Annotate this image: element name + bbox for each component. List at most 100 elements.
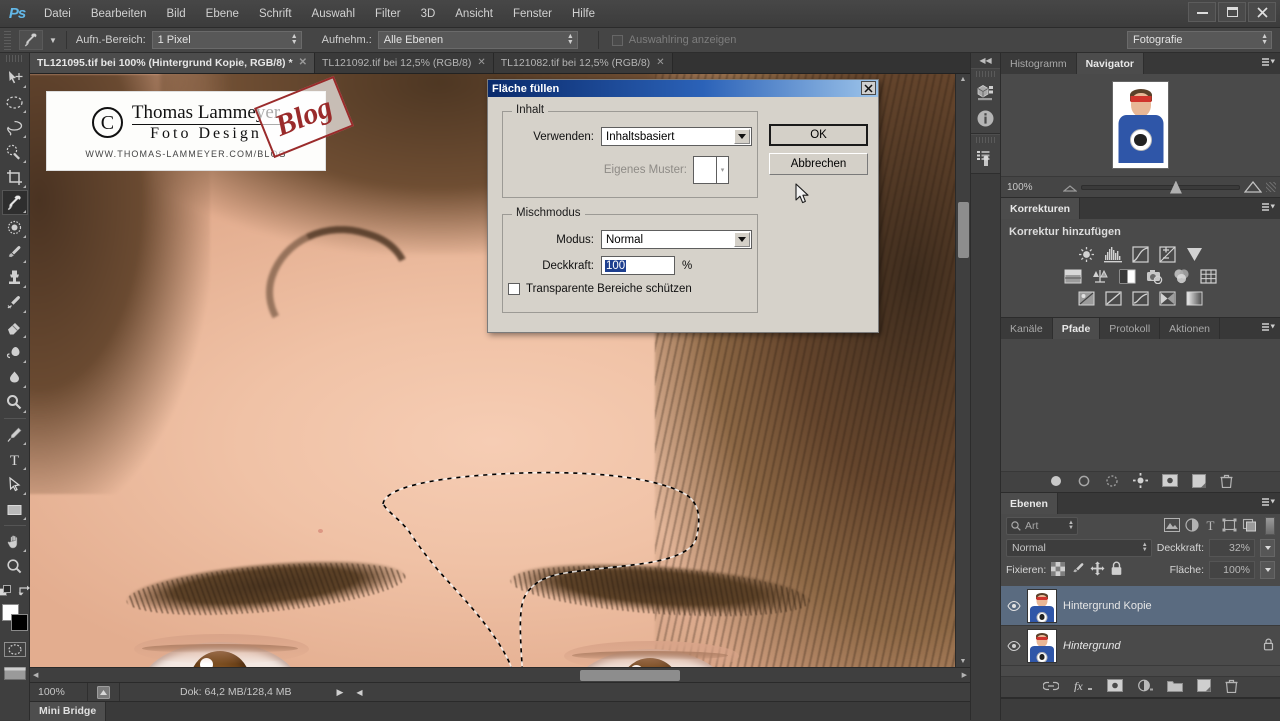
tool-preset-chevron-icon[interactable]: ▼ xyxy=(49,36,57,45)
preview-mode-icon[interactable] xyxy=(88,683,120,701)
menu-bearbeiten[interactable]: Bearbeiten xyxy=(81,4,157,24)
rail-grip[interactable] xyxy=(976,137,995,143)
options-bar-grip[interactable] xyxy=(4,31,11,50)
type-tool[interactable]: T xyxy=(2,447,28,472)
hand-tool[interactable] xyxy=(2,529,28,554)
opacity-dropdown-icon[interactable] xyxy=(1260,539,1275,557)
tab-kanaele[interactable]: Kanäle xyxy=(1001,318,1053,339)
dialog-close-button[interactable] xyxy=(861,81,876,95)
adjustment-layer-icon[interactable] xyxy=(1137,679,1153,695)
table-row[interactable]: Hintergrund Kopie xyxy=(1001,586,1280,626)
fill-path-icon[interactable] xyxy=(1049,474,1063,491)
menu-ebene[interactable]: Ebene xyxy=(196,4,249,24)
scroll-up-icon[interactable]: ▲ xyxy=(956,76,970,83)
dialog-title-bar[interactable]: Fläche füllen xyxy=(488,80,878,97)
custom-pattern-picker[interactable]: ▾ xyxy=(693,156,729,184)
history-brush-tool[interactable] xyxy=(2,290,28,315)
tab-ebenen[interactable]: Ebenen xyxy=(1001,493,1058,514)
threshold-icon[interactable] xyxy=(1130,289,1151,307)
close-icon[interactable]: ✕ xyxy=(656,57,664,68)
preserve-transparency-row[interactable]: Transparente Bereiche schützen xyxy=(508,283,692,295)
layer-visibility-icon[interactable] xyxy=(1007,641,1021,651)
navigator-preview[interactable] xyxy=(1001,74,1280,176)
stepper-icon[interactable]: ▲▼ xyxy=(567,34,574,46)
menu-auswahl[interactable]: Auswahl xyxy=(302,4,365,24)
mode-select[interactable]: Normal xyxy=(601,230,752,249)
add-mask-icon[interactable] xyxy=(1162,474,1178,490)
swap-colors-icon[interactable] xyxy=(18,585,31,598)
eyedropper-tool[interactable] xyxy=(2,190,28,215)
new-group-icon[interactable] xyxy=(1167,680,1183,695)
ok-button[interactable]: OK xyxy=(769,124,868,146)
status-menu-icon[interactable]: ▶ xyxy=(336,687,343,698)
delete-path-icon[interactable] xyxy=(1220,474,1233,491)
navigator-zoom-slider[interactable] xyxy=(1081,185,1240,190)
quick-mask-icon[interactable] xyxy=(3,640,27,658)
brush-tool[interactable] xyxy=(2,240,28,265)
dodge-tool[interactable] xyxy=(2,390,28,415)
shape-filter-icon[interactable] xyxy=(1222,518,1237,535)
menu-bild[interactable]: Bild xyxy=(156,4,195,24)
collapse-panels-icon[interactable]: ◀◀ xyxy=(971,53,1000,68)
document-tab-3[interactable]: TL121082.tif bei 12,5% (RGB/8) ✕ xyxy=(494,52,673,73)
close-button[interactable] xyxy=(1248,2,1276,22)
levels-icon[interactable] xyxy=(1103,245,1124,263)
layer-visibility-icon[interactable] xyxy=(1007,601,1021,611)
spot-healing-brush-tool[interactable] xyxy=(2,215,28,240)
zoom-tool[interactable] xyxy=(2,554,28,579)
chevron-down-icon[interactable] xyxy=(734,232,750,247)
zoom-out-icon[interactable] xyxy=(1063,182,1077,192)
panel-resize-grip[interactable] xyxy=(1266,182,1276,192)
close-icon[interactable]: ✕ xyxy=(299,57,307,68)
show-sampling-ring-checkbox[interactable] xyxy=(612,35,623,46)
menu-3d[interactable]: 3D xyxy=(411,4,446,24)
maximize-button[interactable] xyxy=(1218,2,1246,22)
lock-all-icon[interactable] xyxy=(1110,561,1123,579)
menu-ansicht[interactable]: Ansicht xyxy=(445,4,503,24)
document-tab-active[interactable]: TL121095.tif bei 100% (Hintergrund Kopie… xyxy=(30,52,315,73)
brightness-contrast-icon[interactable] xyxy=(1076,245,1097,263)
eraser-tool[interactable] xyxy=(2,315,28,340)
sample-size-select[interactable]: 1 Pixel ▲▼ xyxy=(152,31,302,49)
black-white-icon[interactable] xyxy=(1117,267,1138,285)
menu-datei[interactable]: Datei xyxy=(34,4,81,24)
tab-navigator[interactable]: Navigator xyxy=(1077,53,1144,74)
panel-menu-icon[interactable] xyxy=(1262,57,1276,69)
lock-image-icon[interactable] xyxy=(1070,562,1085,579)
document-tab-2[interactable]: TL121092.tif bei 12,5% (RGB/8) ✕ xyxy=(315,52,494,73)
selective-color-icon[interactable] xyxy=(1157,289,1178,307)
toolbar-grip[interactable] xyxy=(6,55,24,62)
opacity-input[interactable]: 100 xyxy=(601,256,675,275)
menu-schrift[interactable]: Schrift xyxy=(249,4,302,24)
adjustments-presets-icon[interactable] xyxy=(971,145,1000,171)
canvas-vertical-scrollbar[interactable]: ▲ ▼ xyxy=(955,74,970,667)
stepper-icon[interactable]: ▲▼ xyxy=(1068,521,1074,531)
fill-value[interactable]: 100% xyxy=(1209,561,1255,579)
3d-panel-icon[interactable] xyxy=(971,79,1000,105)
curves-icon[interactable] xyxy=(1130,245,1151,263)
crop-tool[interactable] xyxy=(2,165,28,190)
tab-protokoll[interactable]: Protokoll xyxy=(1100,318,1160,339)
scroll-down-icon[interactable]: ▼ xyxy=(956,658,970,665)
lasso-tool[interactable] xyxy=(2,115,28,140)
adjustment-filter-icon[interactable] xyxy=(1185,518,1199,535)
tab-aktionen[interactable]: Aktionen xyxy=(1160,318,1220,339)
fill-dialog[interactable]: Fläche füllen Inhalt Verwenden: Inhaltsb… xyxy=(487,79,879,333)
stepper-icon[interactable]: ▲▼ xyxy=(291,34,298,46)
invert-icon[interactable] xyxy=(1076,289,1097,307)
canvas-horizontal-scrollbar[interactable]: ◀ ▶ xyxy=(30,667,970,682)
layer-filter-toggle[interactable] xyxy=(1265,517,1275,535)
tab-histogramm[interactable]: Histogramm xyxy=(1001,53,1077,74)
workspace-select[interactable]: Fotografie ▲▼ xyxy=(1127,31,1272,49)
gradient-tool[interactable] xyxy=(2,340,28,365)
zoom-level[interactable]: 100% xyxy=(30,683,88,701)
panel-menu-icon[interactable] xyxy=(1262,497,1276,509)
layer-style-icon[interactable]: fx xyxy=(1073,679,1093,695)
new-layer-icon[interactable] xyxy=(1197,679,1211,695)
horizontal-scroll-thumb[interactable] xyxy=(580,670,680,681)
load-selection-icon[interactable] xyxy=(1105,474,1119,491)
minimize-button[interactable] xyxy=(1188,2,1216,22)
menu-fenster[interactable]: Fenster xyxy=(503,4,562,24)
clone-stamp-tool[interactable] xyxy=(2,265,28,290)
resize-grip-icon[interactable]: ◀ xyxy=(356,688,362,697)
